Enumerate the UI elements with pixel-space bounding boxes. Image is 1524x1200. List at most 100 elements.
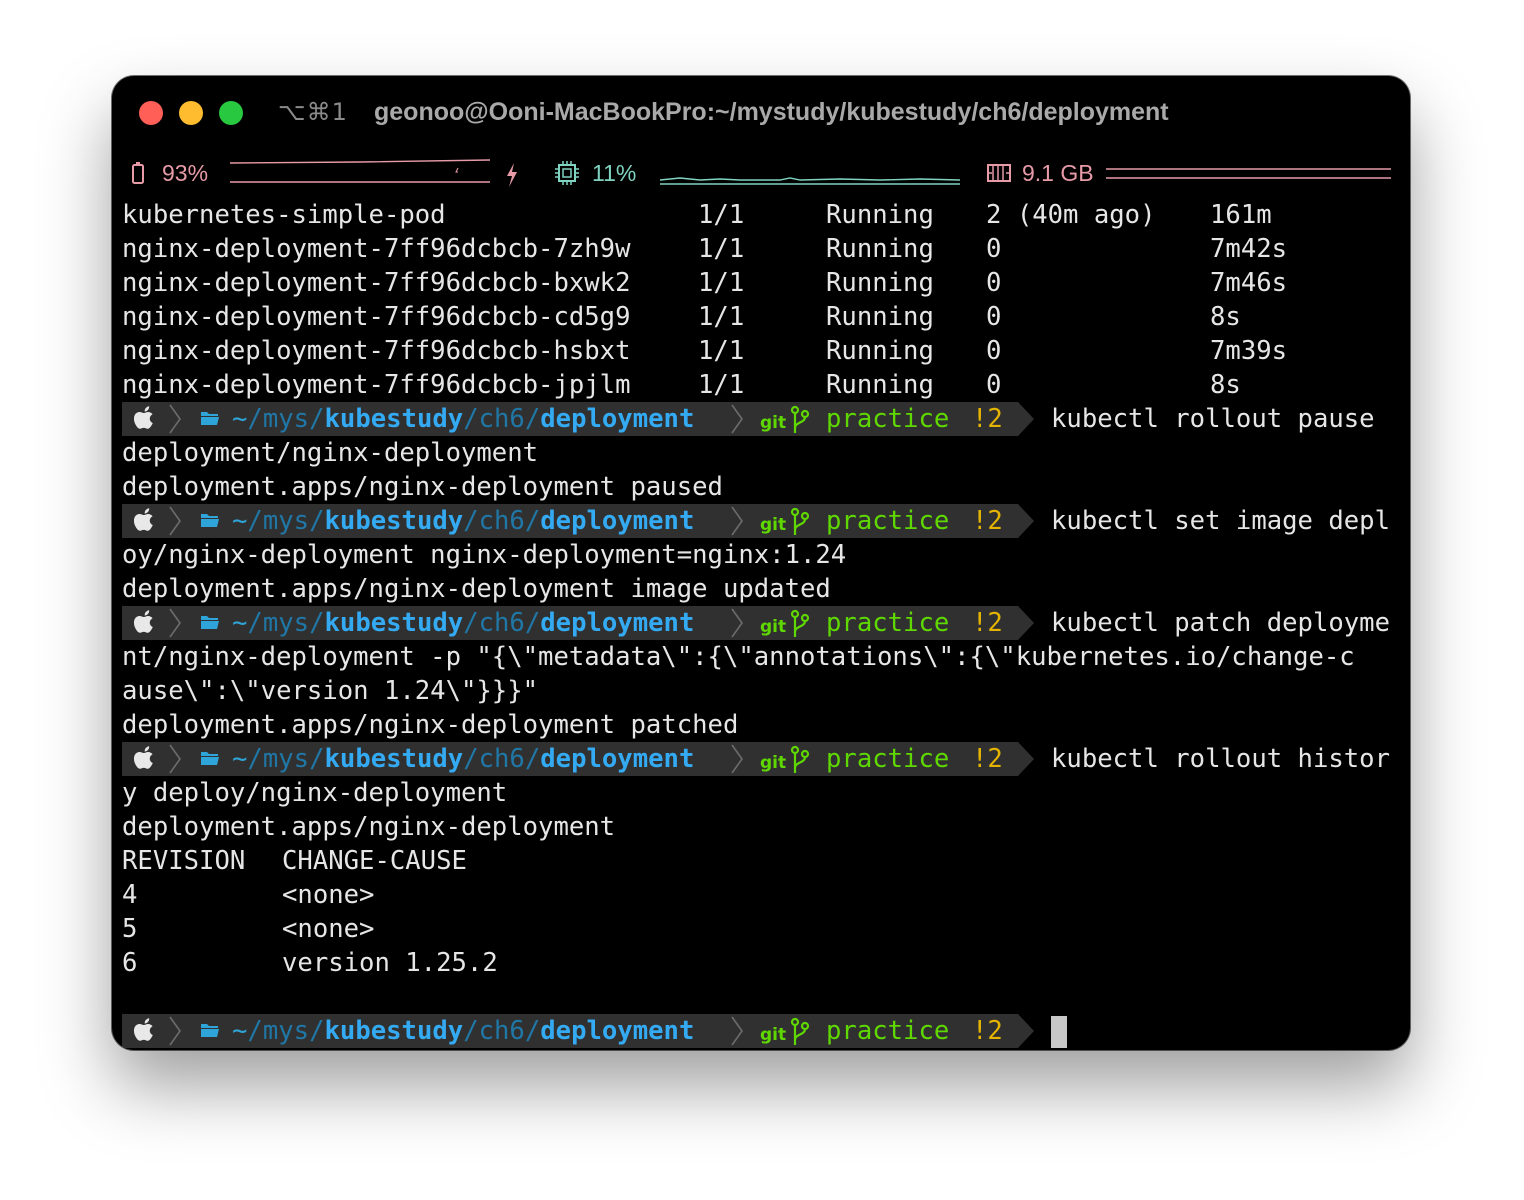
shell-prompt: ~/mys/kubestudy/ch6/deployment git pract… — [122, 742, 1400, 776]
shell-prompt: ~/mys/kubestudy/ch6/deployment git pract… — [122, 504, 1400, 538]
folder-icon — [200, 750, 220, 766]
git-label: git — [760, 753, 787, 773]
title-bar: ⌥⌘1 geonoo@Ooni-MacBookPro:~/mystudy/kub… — [112, 76, 1410, 152]
pod-name: nginx-deployment-7ff96dcbcb-7zh9w — [122, 234, 631, 264]
pod-row: nginx-deployment-7ff96dcbcb-cd5g9 1/1 Ru… — [122, 300, 1400, 334]
pod-restarts: 2 (40m ago) — [986, 200, 1156, 230]
git-label: git — [760, 515, 787, 535]
zoom-window-button[interactable] — [219, 101, 243, 125]
pod-restarts: 0 — [986, 268, 1002, 298]
status-bar: 93% 11% 9.1 GB — [112, 156, 1410, 192]
git-label: git — [760, 617, 787, 637]
pod-status: Running — [826, 200, 934, 230]
chevron-right-icon — [730, 402, 744, 436]
chevron-right-icon — [168, 504, 182, 538]
git-branch-icon — [790, 609, 810, 639]
output-line: ause\":\"version 1.24\"}}}" — [122, 676, 539, 706]
minimize-window-button[interactable] — [179, 101, 203, 125]
pod-restarts: 0 — [986, 234, 1002, 264]
apple-icon — [134, 405, 156, 431]
chevron-right-icon — [730, 742, 744, 776]
pod-ready: 1/1 — [698, 370, 745, 400]
chevron-right-icon — [168, 742, 182, 776]
prompt-path: ~/mys/kubestudy/ch6/deployment — [232, 1016, 695, 1046]
pod-status: Running — [826, 336, 934, 366]
battery-percent: 93% — [162, 160, 209, 186]
pod-name: kubernetes-simple-pod — [122, 200, 446, 230]
apple-icon — [134, 609, 156, 635]
pod-ready: 1/1 — [698, 268, 745, 298]
cpu-icon — [555, 161, 579, 185]
chevron-right-icon — [730, 606, 744, 640]
command-text: kubectl patch deployme — [1051, 608, 1390, 638]
shell-prompt: ~/mys/kubestudy/ch6/deployment git pract… — [122, 402, 1400, 436]
close-window-button[interactable] — [139, 101, 163, 125]
pod-age: 8s — [1210, 302, 1241, 332]
prompt-path: ~/mys/kubestudy/ch6/deployment — [232, 744, 695, 774]
pod-age: 7m39s — [1210, 336, 1288, 366]
prompt-path: ~/mys/kubestudy/ch6/deployment — [232, 404, 695, 434]
revision-number: 4 — [122, 880, 138, 910]
git-dirty-count: !2 — [972, 404, 1003, 434]
git-branch-icon — [790, 1017, 810, 1047]
prompt-path: ~/mys/kubestudy/ch6/deployment — [232, 608, 695, 638]
memory-history-graph — [1106, 168, 1391, 179]
pod-age: 7m42s — [1210, 234, 1288, 264]
pod-age: 8s — [1210, 370, 1241, 400]
pod-row: nginx-deployment-7ff96dcbcb-bxwk2 1/1 Ru… — [122, 266, 1400, 300]
output-line: oy/nginx-deployment nginx-deployment=ngi… — [122, 540, 847, 570]
chevron-right-icon — [730, 504, 744, 538]
git-dirty-count: !2 — [972, 744, 1003, 774]
git-branch-name: practice — [826, 404, 950, 434]
change-cause: <none> — [282, 914, 375, 944]
pod-row: nginx-deployment-7ff96dcbcb-hsbxt 1/1 Ru… — [122, 334, 1400, 368]
history-row: 6 version 1.25.2 — [122, 946, 1400, 980]
history-row: 5 <none> — [122, 912, 1400, 946]
pod-status: Running — [826, 268, 934, 298]
pod-status: Running — [826, 234, 934, 264]
git-label: git — [760, 1025, 787, 1045]
pod-ready: 1/1 — [698, 336, 745, 366]
shell-prompt: ~/mys/kubestudy/ch6/deployment git pract… — [122, 606, 1400, 640]
output-line: deployment/nginx-deployment — [122, 438, 539, 468]
pod-name: nginx-deployment-7ff96dcbcb-cd5g9 — [122, 302, 631, 332]
change-cause: version 1.25.2 — [282, 948, 498, 978]
output-line: y deploy/nginx-deployment — [122, 778, 508, 808]
git-branch-icon — [790, 745, 810, 775]
shell-prompt-active[interactable]: ~/mys/kubestudy/ch6/deployment git pract… — [122, 1014, 1400, 1048]
cpu-percent: 11% — [592, 160, 637, 186]
change-cause: <none> — [282, 880, 375, 910]
terminal-output[interactable]: kubernetes-simple-pod 1/1 Running 2 (40m… — [122, 198, 1400, 1048]
pod-age: 161m — [1210, 200, 1272, 230]
git-branch-name: practice — [826, 744, 950, 774]
chevron-right-icon — [168, 1014, 182, 1048]
text-cursor[interactable] — [1051, 1016, 1067, 1048]
folder-icon — [200, 614, 220, 630]
pod-ready: 1/1 — [698, 200, 745, 230]
git-branch-icon — [790, 405, 810, 435]
command-text: kubectl rollout histor — [1051, 744, 1390, 774]
git-dirty-count: !2 — [972, 608, 1003, 638]
window-title: geonoo@Ooni-MacBookPro:~/mystudy/kubestu… — [374, 98, 1169, 126]
git-dirty-count: !2 — [972, 506, 1003, 536]
output-line: nt/nginx-deployment -p "{\"metadata\":{\… — [122, 642, 1355, 672]
pod-name: nginx-deployment-7ff96dcbcb-hsbxt — [122, 336, 631, 366]
pod-ready: 1/1 — [698, 234, 745, 264]
pod-restarts: 0 — [986, 370, 1002, 400]
history-row: 4 <none> — [122, 878, 1400, 912]
apple-icon — [134, 507, 156, 533]
git-dirty-count: !2 — [972, 1016, 1003, 1046]
output-line: deployment.apps/nginx-deployment patched — [122, 710, 739, 740]
folder-icon — [200, 512, 220, 528]
chevron-right-icon — [168, 402, 182, 436]
folder-icon — [200, 410, 220, 426]
git-branch-name: practice — [826, 608, 950, 638]
git-branch-icon — [790, 507, 810, 537]
git-label: git — [760, 413, 787, 433]
command-text: kubectl rollout pause — [1051, 404, 1375, 434]
pod-row: nginx-deployment-7ff96dcbcb-jpjlm 1/1 Ru… — [122, 368, 1400, 402]
folder-icon — [200, 1022, 220, 1038]
revision-number: 5 — [122, 914, 138, 944]
output-line: deployment.apps/nginx-deployment image u… — [122, 574, 831, 604]
